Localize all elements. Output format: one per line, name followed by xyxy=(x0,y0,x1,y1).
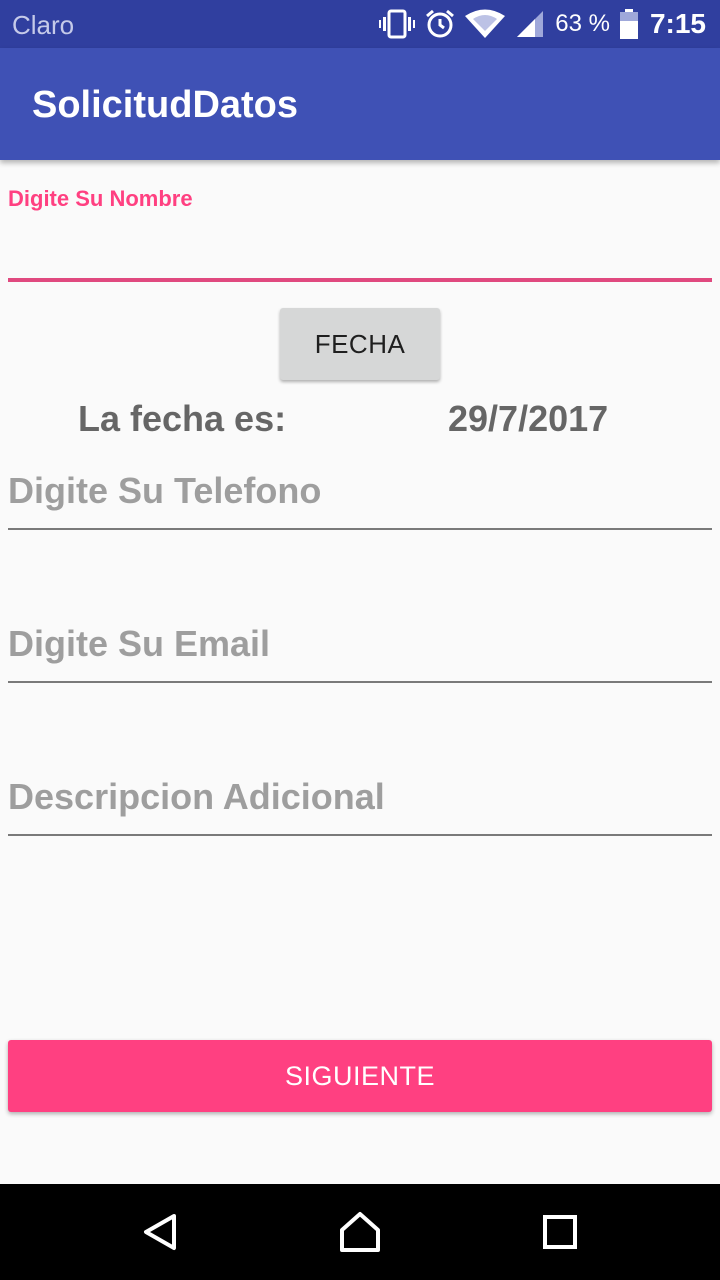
nombre-label: Digite Su Nombre xyxy=(8,186,193,211)
email-underline xyxy=(8,681,712,683)
recents-icon[interactable] xyxy=(536,1208,584,1256)
carrier-name: Claro xyxy=(12,10,75,40)
alarm-icon xyxy=(425,9,455,39)
fecha-value: 29/7/2017 xyxy=(448,398,609,439)
telefono-underline xyxy=(8,528,712,530)
telefono-placeholder: Digite Su Telefono xyxy=(8,470,322,511)
back-icon[interactable] xyxy=(136,1208,184,1256)
nombre-input[interactable] xyxy=(8,214,712,276)
wifi-icon xyxy=(465,9,506,39)
email-placeholder: Digite Su Email xyxy=(8,623,271,664)
descripcion-input[interactable]: Descripcion Adicional xyxy=(8,776,712,836)
app-bar: SolicitudDatos xyxy=(0,48,720,160)
nombre-underline xyxy=(8,278,712,282)
battery-icon xyxy=(619,9,638,39)
battery-percent: 63 % xyxy=(555,10,610,37)
navigation-bar xyxy=(0,1184,720,1280)
home-icon[interactable] xyxy=(336,1208,384,1256)
telefono-input[interactable]: Digite Su Telefono xyxy=(8,470,712,530)
status-bar: Claro 63 % 7:15 xyxy=(0,0,720,48)
app-title: SolicitudDatos xyxy=(32,84,299,126)
descripcion-underline xyxy=(8,834,712,836)
fecha-button[interactable]: FECHA xyxy=(280,308,440,380)
descripcion-placeholder: Descripcion Adicional xyxy=(8,776,385,817)
status-icons: 63 % 7:15 xyxy=(379,6,706,42)
siguiente-button[interactable]: SIGUIENTE xyxy=(8,1040,712,1112)
signal-icon xyxy=(515,9,545,39)
clock: 7:15 xyxy=(649,8,706,39)
vibrate-icon xyxy=(379,9,416,39)
email-input[interactable]: Digite Su Email xyxy=(8,623,712,683)
fecha-label: La fecha es: xyxy=(78,398,287,439)
